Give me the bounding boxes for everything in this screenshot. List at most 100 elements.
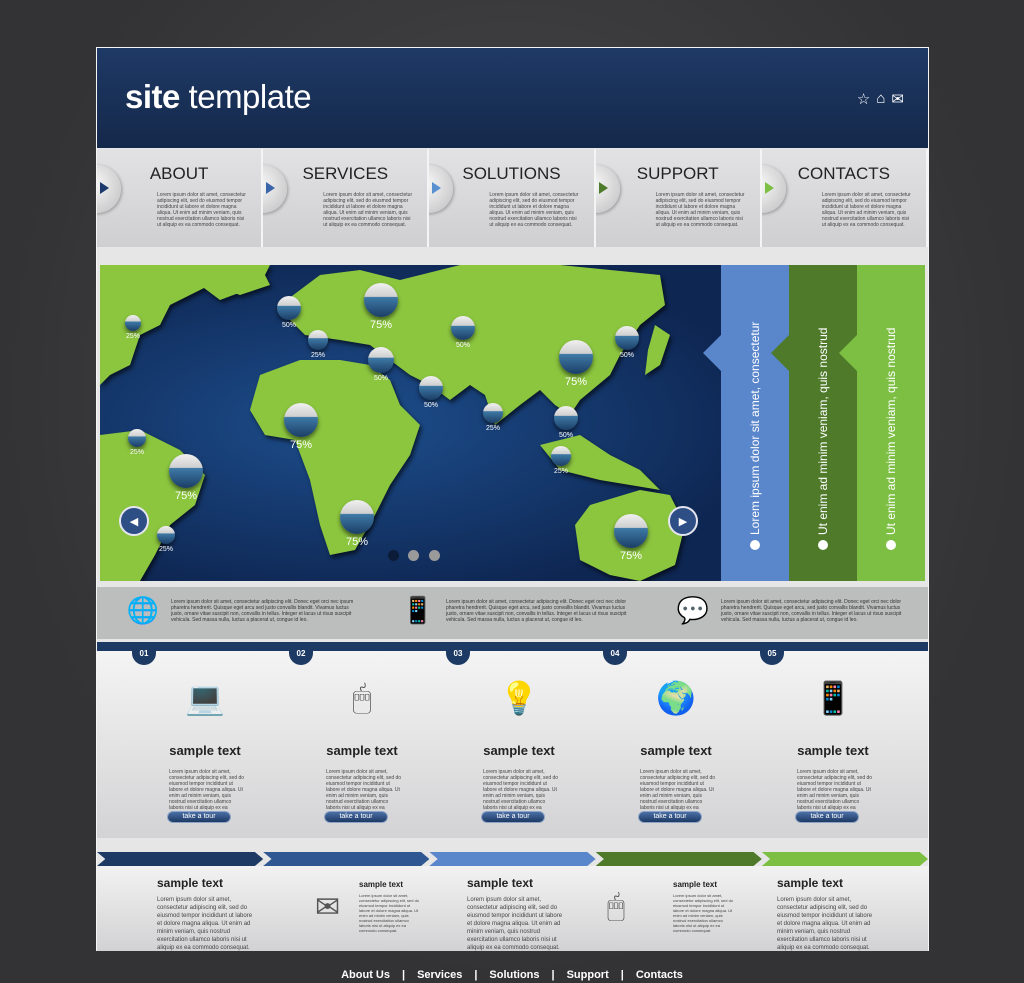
step-number: 02 [289,645,313,665]
mail-icon[interactable]: ✉ [891,90,904,108]
panel-bullet[interactable] [750,540,760,550]
map-pin-label: 75% [564,376,588,388]
map-pin-marker[interactable] [284,403,318,437]
nav-item-support[interactable]: SUPPORT Lorem ipsum dolor sit amet, conse… [595,149,762,247]
map-pin-marker[interactable] [364,283,398,317]
lightbulb-icon: 💡 [499,680,539,716]
footer-link-services[interactable]: Services [417,969,462,981]
footer-link-about-us[interactable]: About Us [341,969,390,981]
strip-segment [595,852,762,866]
strip-segment [263,852,430,866]
nav-description: Lorem ipsum dolor sit amet, consectetur … [157,192,246,228]
map-next-button[interactable]: ▶ [668,506,698,536]
panel-tab-arrow [771,335,789,371]
main-nav: ABOUT Lorem ipsum dolor sit amet, consect… [97,149,929,247]
map-pin-marker[interactable] [559,340,593,374]
take-a-tour-button[interactable]: take a tour [481,811,545,823]
laptop-icon: 💻 [185,680,225,716]
map-pin-label: 25% [129,449,145,456]
map-pin-marker[interactable] [128,429,146,447]
map-pin-marker[interactable] [554,406,578,430]
panel-tab-arrow [703,335,721,371]
star-icon[interactable]: ☆ [857,90,870,108]
map-pin-marker[interactable] [277,296,301,320]
map-prev-button[interactable]: ◀ [119,506,149,536]
speech-bubbles-icon: 💬 [676,595,710,625]
bottom-title: sample text [157,876,224,890]
nav-item-about[interactable]: ABOUT Lorem ipsum dolor sit amet, consect… [97,149,264,247]
info-bar: 🌐 Lorem ipsum dolor sit amet, consectetur… [97,587,928,639]
map-pin-label: 50% [455,342,471,349]
bottom-small-column: sample text Lorem ipsum dolor sit amet, c… [359,880,421,933]
map-pin-marker[interactable] [551,446,571,466]
footer-link-solutions[interactable]: Solutions [489,969,539,981]
bottom-column: sample text Lorem ipsum dolor sit amet, c… [777,876,877,952]
mobile-phone-icon: 📱 [813,680,853,716]
bottom-small-text: Lorem ipsum dolor sit amet, consectetur … [359,893,420,933]
take-a-tour-button[interactable]: take a tour [638,811,702,823]
nav-item-contacts[interactable]: CONTACTS Lorem ipsum dolor sit amet, cons… [761,149,929,247]
map-pin-marker[interactable] [451,316,475,340]
map-pin-label: 50% [619,352,635,359]
take-a-tour-button[interactable]: take a tour [167,811,231,823]
features-section: 01 💻 sample text Lorem ipsum dolor sit amet… [97,642,928,838]
map-pin-marker[interactable] [614,514,648,548]
panel-text: Lorem ipsum dolor sit amet, consectetur [748,321,762,535]
header: site template ☆ ⌂ ✉ [97,48,928,148]
panel-bullet[interactable] [886,540,896,550]
map-pin-label: 50% [423,402,439,409]
map-pin-marker[interactable] [157,526,175,544]
bottom-section: sample text Lorem ipsum dolor sit amet, c… [97,866,928,951]
globe-envelope-icon: ✉ [315,891,341,924]
chevron-left-icon: ◀ [129,515,139,528]
map-pin-marker[interactable] [419,376,443,400]
info-item: 💬 Lorem ipsum dolor sit amet, consectetur… [675,595,911,626]
side-panel-2[interactable]: Ut enim ad minim veniam, quis nostrud [771,265,857,581]
panel-text: Ut enim ad minim veniam, quis nostrud [816,327,830,535]
slide-dot-1[interactable] [388,550,399,561]
side-panel-3[interactable]: Ut enim ad minim veniam, quis nostrud [839,265,925,581]
take-a-tour-button[interactable]: take a tour [324,811,388,823]
africa [250,360,420,555]
footer-link-support[interactable]: Support [567,969,609,981]
feature-title: sample text [483,743,555,758]
feature-text: Lorem ipsum dolor sit amet, consectetur … [640,769,716,817]
map-pin-label: 75% [345,536,369,548]
bottom-title: sample text [777,876,844,890]
footer-separator: | [620,969,624,981]
map-pin-label: 25% [310,352,326,359]
slide-dot-2[interactable] [408,550,419,561]
map-pin-label: 75% [619,550,643,562]
map-pin-marker[interactable] [615,326,639,350]
feature-text: Lorem ipsum dolor sit amet, consectetur … [483,769,559,817]
bottom-small-title: sample text [359,880,404,889]
title-rest: template [179,78,312,115]
info-text: Lorem ipsum dolor sit amet, consectetur … [171,598,354,623]
title-bold: site [125,78,180,115]
home-icon[interactable]: ⌂ [876,90,885,108]
nav-item-services[interactable]: SERVICES Lorem ipsum dolor sit amet, cons… [263,149,430,247]
step-number: 03 [446,645,470,665]
panel-bullet[interactable] [818,540,828,550]
feature-text: Lorem ipsum dolor sit amet, consectetur … [797,769,873,817]
side-panel-1[interactable]: Lorem ipsum dolor sit amet, consectetur [703,265,789,581]
bottom-small-text: Lorem ipsum dolor sit amet, consectetur … [673,893,734,933]
info-text: Lorem ipsum dolor sit amet, consectetur … [446,598,627,623]
map-pin-label: 75% [369,319,393,331]
info-text: Lorem ipsum dolor sit amet, consectetur … [721,598,902,623]
slide-dot-3[interactable] [429,550,440,561]
footer-link-contacts[interactable]: Contacts [636,969,683,981]
take-a-tour-button[interactable]: take a tour [795,811,859,823]
map-pin-marker[interactable] [340,500,374,534]
map-pin-marker[interactable] [169,454,203,488]
map-pin-marker[interactable] [125,315,141,331]
nav-label: SUPPORT [636,164,719,183]
map-pin-marker[interactable] [308,330,328,350]
map-pin-marker[interactable] [483,403,503,423]
nav-item-solutions[interactable]: SOLUTIONS Lorem ipsum dolor sit amet, con… [429,149,596,247]
map-pin-marker[interactable] [368,347,394,373]
world-map-slider: ◀ ▶ 25% 50% 75% 25% 50% 50% 50% 75% 25% 75% 50% 50%… [100,265,722,581]
map-pin-label: 25% [553,468,569,475]
bottom-column: sample text Lorem ipsum dolor sit amet, c… [467,876,567,952]
nav-description: Lorem ipsum dolor sit amet, consectetur … [655,192,745,228]
